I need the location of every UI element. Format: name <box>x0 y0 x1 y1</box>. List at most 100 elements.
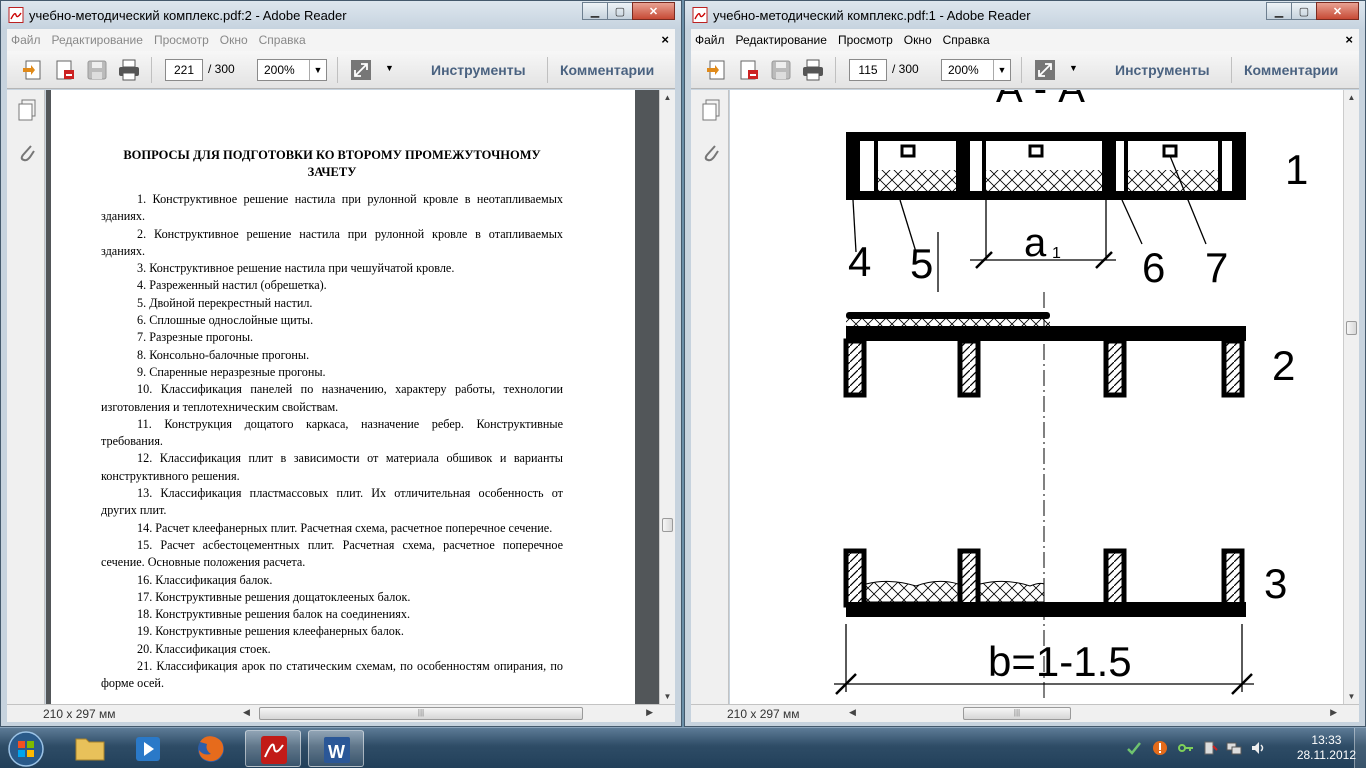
share-pdf-icon[interactable] <box>53 58 77 82</box>
page-size-label: 210 x 297 мм <box>43 707 116 721</box>
scroll-thumb[interactable] <box>1346 321 1357 335</box>
clock-time: 13:33 <box>1311 733 1342 747</box>
scroll-right-icon[interactable]: ▶ <box>646 707 653 718</box>
comments-link[interactable]: Комментарии <box>560 62 654 78</box>
menu-file[interactable]: Файл <box>11 33 41 47</box>
vertical-scrollbar[interactable]: ▲ ▼ <box>1343 90 1359 704</box>
tools-link[interactable]: Инструменты <box>1115 62 1210 78</box>
taskbar-adobe-reader[interactable] <box>245 730 301 767</box>
menu-help[interactable]: Справка <box>259 33 306 47</box>
minimize-button[interactable]: ▁ <box>1266 2 1292 20</box>
print-icon[interactable] <box>117 58 141 82</box>
scroll-thumb[interactable] <box>662 518 673 532</box>
reader-window-right: учебно-методический комплекс.pdf:1 - Ado… <box>684 0 1366 727</box>
dimension-a: a <box>1024 221 1047 265</box>
close-button[interactable]: ✕ <box>1316 2 1359 20</box>
create-pdf-icon[interactable] <box>21 58 45 82</box>
scroll-down-icon[interactable]: ▼ <box>1344 689 1359 704</box>
print-icon[interactable] <box>801 58 825 82</box>
maximize-button[interactable]: ▢ <box>1291 2 1317 20</box>
menu-window[interactable]: Окно <box>904 33 932 47</box>
volume-icon[interactable] <box>1250 740 1266 756</box>
menu-file[interactable]: Файл <box>695 33 725 47</box>
close-document-icon[interactable]: × <box>1345 32 1353 47</box>
title-bar[interactable]: учебно-методический комплекс.pdf:1 - Ado… <box>685 1 1365 29</box>
warning-icon[interactable] <box>1152 740 1168 756</box>
attachments-icon[interactable] <box>17 141 37 163</box>
save-icon[interactable] <box>769 58 793 82</box>
page-number-input[interactable]: 221 <box>165 59 203 81</box>
menu-bar: Файл Редактирование Просмотр Окно Справк… <box>691 29 1359 51</box>
page-total: / 300 <box>892 62 919 76</box>
zoom-select[interactable]: 200% ▼ <box>257 59 327 81</box>
document-view[interactable]: ВОПРОСЫ ДЛЯ ПОДГОТОВКИ КО ВТОРОМУ ПРОМЕЖ… <box>46 90 659 704</box>
network-icon[interactable] <box>1226 740 1242 756</box>
save-icon[interactable] <box>85 58 109 82</box>
fit-page-icon[interactable] <box>349 58 373 82</box>
scroll-up-icon[interactable]: ▲ <box>1344 90 1359 105</box>
toolbar: 221 / 300 200% ▼ ▼ Инструменты Комментари… <box>7 51 675 89</box>
question-item: 16. Классификация балок. <box>137 572 273 587</box>
customize-dropdown-icon[interactable]: ▼ <box>385 63 394 73</box>
horizontal-scroll-thumb[interactable]: ||| <box>259 707 583 720</box>
taskbar-firefox[interactable] <box>183 730 239 767</box>
show-desktop-button[interactable] <box>1354 728 1366 768</box>
question-item: 11. Конструкция дощатого каркаса, назнач… <box>101 416 563 449</box>
usb-device-icon[interactable] <box>1202 740 1218 756</box>
page-number-input[interactable]: 115 <box>849 59 887 81</box>
question-item: 21. Классификация арок по статическим сх… <box>101 659 563 691</box>
question-item: 2. Конструктивное решение настила при ру… <box>101 226 563 258</box>
zoom-select[interactable]: 200% ▼ <box>941 59 1011 81</box>
page-thumbnails-icon[interactable] <box>17 99 37 121</box>
menu-edit[interactable]: Редактирование <box>736 33 827 47</box>
vertical-scrollbar[interactable]: ▲ ▼ <box>659 90 675 704</box>
scroll-left-icon[interactable]: ◀ <box>243 707 250 718</box>
close-button[interactable]: ✕ <box>632 2 675 20</box>
media-player-icon <box>136 737 160 761</box>
adobe-pdf-icon <box>692 7 708 23</box>
document-view[interactable]: А - А <box>730 90 1343 704</box>
chevron-down-icon[interactable]: ▼ <box>993 60 1010 80</box>
navigation-pane <box>7 90 45 704</box>
taskbar-explorer[interactable] <box>62 730 118 767</box>
customize-dropdown-icon[interactable]: ▼ <box>1069 63 1078 73</box>
question-item: 10. Классификация панелей по назначению,… <box>101 382 563 414</box>
horizontal-scroll-thumb[interactable]: ||| <box>963 707 1071 720</box>
scroll-up-icon[interactable]: ▲ <box>660 90 675 105</box>
share-pdf-icon[interactable] <box>737 58 761 82</box>
menu-edit[interactable]: Редактирование <box>52 33 143 47</box>
action-center-icon[interactable] <box>1126 740 1142 756</box>
menu-window[interactable]: Окно <box>220 33 248 47</box>
maximize-button[interactable]: ▢ <box>607 2 633 20</box>
dimension-a-subscript: 1 <box>1052 245 1061 262</box>
panel-3-drawing <box>843 548 1246 617</box>
scroll-down-icon[interactable]: ▼ <box>660 689 675 704</box>
technical-drawing: А - А <box>834 90 1308 702</box>
question-item: 17. Конструктивные решения дощатоклееных… <box>137 589 411 604</box>
scroll-right-icon[interactable]: ▶ <box>1330 707 1337 718</box>
scroll-left-icon[interactable]: ◀ <box>849 707 856 718</box>
create-pdf-icon[interactable] <box>705 58 729 82</box>
taskbar-word[interactable]: W <box>308 730 364 767</box>
menu-view[interactable]: Просмотр <box>154 33 209 47</box>
horizontal-scrollbar[interactable]: ◀ ||| ▶ <box>243 707 653 720</box>
menu-bar: Файл Редактирование Просмотр Окно Справк… <box>7 29 675 51</box>
clock[interactable]: 13:33 28.11.2012 <box>1297 733 1356 763</box>
windows-start-button[interactable] <box>4 729 49 768</box>
fit-page-icon[interactable] <box>1033 58 1057 82</box>
comments-link[interactable]: Комментарии <box>1244 62 1338 78</box>
minimize-button[interactable]: ▁ <box>582 2 608 20</box>
menu-view[interactable]: Просмотр <box>838 33 893 47</box>
folder-icon <box>75 738 105 761</box>
menu-help[interactable]: Справка <box>943 33 990 47</box>
attachments-icon[interactable] <box>701 141 721 163</box>
tools-link[interactable]: Инструменты <box>431 62 526 78</box>
chevron-down-icon[interactable]: ▼ <box>309 60 326 80</box>
key-icon[interactable] <box>1178 740 1194 756</box>
close-document-icon[interactable]: × <box>661 32 669 47</box>
horizontal-scrollbar[interactable]: ◀ ||| ▶ <box>849 707 1337 720</box>
adobe-reader-icon <box>261 736 287 764</box>
page-thumbnails-icon[interactable] <box>701 99 721 121</box>
title-bar[interactable]: учебно-методический комплекс.pdf:2 - Ado… <box>1 1 681 29</box>
taskbar-media-player[interactable] <box>120 730 176 767</box>
